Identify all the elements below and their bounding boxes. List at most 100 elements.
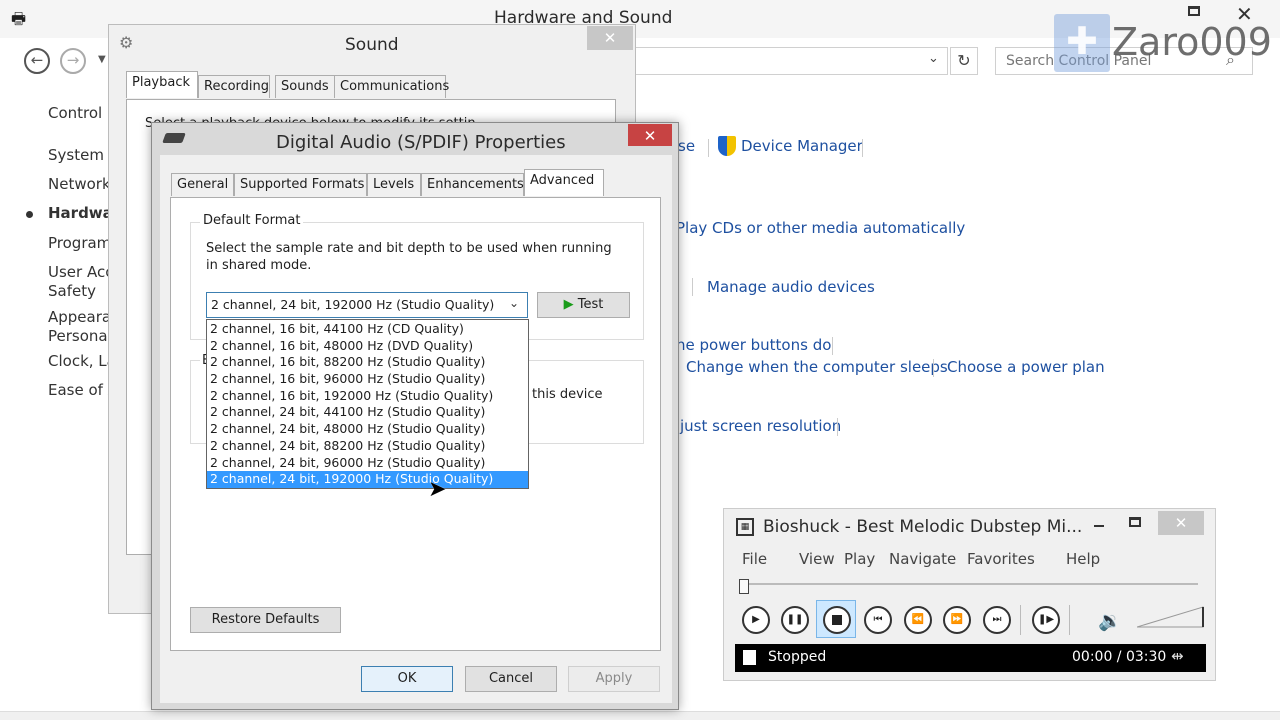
volume-icon[interactable]: 🔉 bbox=[1098, 609, 1122, 632]
play-icon: ▶ bbox=[563, 297, 574, 312]
sidebar-item[interactable]: Appearar bbox=[48, 308, 117, 326]
sidebar-item[interactable]: Safety bbox=[48, 282, 96, 300]
address-bar[interactable] bbox=[630, 47, 948, 75]
tab-enhancements[interactable]: Enhancements bbox=[421, 173, 524, 196]
format-option[interactable]: 2 channel, 24 bit, 48000 Hz (Studio Qual… bbox=[207, 421, 528, 438]
sidebar-item[interactable]: Control P bbox=[48, 104, 116, 122]
link-se[interactable]: se bbox=[678, 137, 695, 155]
media-close-button[interactable]: ✕ bbox=[1158, 511, 1204, 535]
tab-supported-formats[interactable]: Supported Formats bbox=[234, 173, 367, 196]
format-option[interactable]: 2 channel, 16 bit, 88200 Hz (Studio Qual… bbox=[207, 354, 528, 371]
fast-forward-button[interactable]: ⏩ bbox=[943, 606, 971, 634]
time-display: 00:00 / 03:30 bbox=[1072, 649, 1167, 665]
default-format-label: Default Format bbox=[200, 213, 304, 228]
pause-button[interactable]: ❚❚ bbox=[781, 606, 809, 634]
status-text: Stopped bbox=[768, 649, 827, 665]
default-format-description: Select the sample rate and bit depth to … bbox=[206, 241, 612, 273]
maximize-icon[interactable] bbox=[1129, 517, 1141, 527]
menu-item[interactable]: Navigate bbox=[889, 550, 956, 568]
sidebar-item[interactable]: Program bbox=[48, 234, 111, 252]
link-power-buttons[interactable]: he power buttons do bbox=[676, 336, 831, 354]
tab-playback[interactable]: Playback bbox=[126, 71, 198, 98]
mouse-cursor-icon: ➤ bbox=[428, 477, 447, 502]
properties-dialog-title: Digital Audio (S/PDIF) Properties bbox=[276, 132, 566, 153]
tab-advanced[interactable]: Advanced bbox=[524, 169, 604, 196]
refresh-icon[interactable]: ↻ bbox=[950, 47, 978, 75]
media-player-icon: ▦ bbox=[736, 518, 754, 536]
properties-dialog: Digital Audio (S/PDIF) Properties ✕ Gene… bbox=[151, 122, 679, 710]
menu-item[interactable]: Help bbox=[1066, 550, 1100, 568]
format-select[interactable]: 2 channel, 24 bit, 192000 Hz (Studio Qua… bbox=[206, 292, 528, 318]
volume-slider[interactable] bbox=[1137, 605, 1207, 631]
menu-item[interactable]: Play bbox=[844, 550, 875, 568]
tab-recording[interactable]: Recording bbox=[198, 75, 270, 98]
format-option[interactable]: 2 channel, 16 bit, 44100 Hz (CD Quality) bbox=[207, 321, 528, 338]
controls-divider bbox=[1020, 605, 1021, 635]
sidebar-item[interactable]: User Acc bbox=[48, 263, 113, 281]
restore-defaults-button[interactable]: Restore Defaults bbox=[190, 607, 341, 633]
sidebar-item[interactable]: Clock, La bbox=[48, 352, 116, 370]
step-forward-button[interactable]: ❚▶ bbox=[1032, 606, 1060, 634]
link-manage-audio[interactable]: Manage audio devices bbox=[707, 278, 875, 296]
test-button-label: Test bbox=[577, 297, 604, 312]
stop-button[interactable] bbox=[816, 600, 856, 638]
link-separator bbox=[708, 139, 709, 157]
format-option[interactable]: 2 channel, 24 bit, 192000 Hz (Studio Qua… bbox=[207, 471, 528, 488]
address-dropdown-icon[interactable]: ⌄ bbox=[928, 51, 939, 66]
watermark-text: Zaro009 bbox=[1112, 20, 1272, 64]
stop-square bbox=[832, 615, 842, 625]
properties-body: General Supported Formats Levels Enhance… bbox=[160, 155, 672, 703]
tab-general[interactable]: General bbox=[171, 173, 234, 196]
format-option[interactable]: 2 channel, 16 bit, 96000 Hz (Studio Qual… bbox=[207, 371, 528, 388]
link-power-plan[interactable]: Choose a power plan bbox=[947, 358, 1105, 376]
format-option[interactable]: 2 channel, 24 bit, 44100 Hz (Studio Qual… bbox=[207, 404, 528, 421]
format-option[interactable]: 2 channel, 24 bit, 88200 Hz (Studio Qual… bbox=[207, 438, 528, 455]
forward-button[interactable]: → bbox=[60, 48, 86, 74]
previous-button[interactable]: ⏮ bbox=[864, 606, 892, 634]
switch-to-library-icon[interactable]: ⇹ bbox=[1171, 647, 1184, 665]
cancel-button[interactable]: Cancel bbox=[465, 666, 557, 692]
media-player-title: Bioshuck - Best Melodic Dubstep Mi... bbox=[763, 517, 1083, 537]
shield-icon bbox=[718, 136, 736, 156]
link-screen-resolution[interactable]: just screen resolution bbox=[680, 417, 841, 435]
maximize-icon[interactable] bbox=[1188, 6, 1200, 16]
format-option[interactable]: 2 channel, 16 bit, 48000 Hz (DVD Quality… bbox=[207, 338, 528, 355]
recent-pages-icon[interactable]: ▼ bbox=[98, 54, 106, 65]
link-play-cds[interactable]: Play CDs or other media automatically bbox=[676, 219, 965, 237]
tab-communications[interactable]: Communications bbox=[334, 75, 449, 98]
digital-audio-icon bbox=[162, 133, 186, 143]
menu-item[interactable]: View bbox=[799, 550, 835, 568]
properties-close-button[interactable]: ✕ bbox=[628, 124, 672, 146]
play-button[interactable]: ▶ bbox=[742, 606, 770, 634]
test-button[interactable]: ▶ Test bbox=[537, 292, 630, 318]
ok-button[interactable]: OK bbox=[361, 666, 453, 692]
link-separator bbox=[862, 139, 863, 157]
volume-level bbox=[1137, 606, 1204, 628]
seek-handle[interactable] bbox=[739, 579, 749, 594]
plus-icon: ✚ bbox=[1066, 19, 1098, 63]
chevron-down-icon: ⌄ bbox=[509, 296, 520, 310]
speaker-settings-icon: ⚙ bbox=[119, 33, 134, 52]
format-select-value: 2 channel, 24 bit, 192000 Hz (Studio Qua… bbox=[211, 297, 495, 312]
back-button[interactable]: ← bbox=[24, 48, 50, 74]
tab-levels[interactable]: Levels bbox=[367, 173, 421, 196]
sound-close-button[interactable]: ✕ bbox=[587, 26, 633, 50]
format-option[interactable]: 2 channel, 24 bit, 96000 Hz (Studio Qual… bbox=[207, 455, 528, 472]
rewind-button[interactable]: ⏪ bbox=[904, 606, 932, 634]
sidebar-item[interactable]: Personal bbox=[48, 327, 112, 345]
link-device-manager[interactable]: Device Manager bbox=[741, 137, 863, 155]
next-button[interactable]: ⏭ bbox=[983, 606, 1011, 634]
format-option[interactable]: 2 channel, 16 bit, 192000 Hz (Studio Qua… bbox=[207, 388, 528, 405]
menu-item[interactable]: File bbox=[742, 550, 767, 568]
status-bar: Stopped 00:00 / 03:30 ⇹ bbox=[735, 644, 1206, 672]
apply-button[interactable]: Apply bbox=[568, 666, 660, 692]
format-dropdown-list[interactable]: 2 channel, 16 bit, 44100 Hz (CD Quality)… bbox=[206, 319, 529, 489]
menu-item[interactable]: Favorites bbox=[967, 550, 1035, 568]
sidebar-item[interactable]: Network bbox=[48, 175, 111, 193]
tab-sounds[interactable]: Sounds bbox=[275, 75, 335, 98]
seek-bar[interactable] bbox=[742, 583, 1198, 585]
sound-dialog-title: Sound bbox=[345, 35, 399, 55]
link-sleep[interactable]: Change when the computer sleeps bbox=[686, 358, 948, 376]
control-panel-app-icon: 🖶 bbox=[11, 9, 27, 28]
minimize-icon[interactable] bbox=[1094, 525, 1104, 527]
